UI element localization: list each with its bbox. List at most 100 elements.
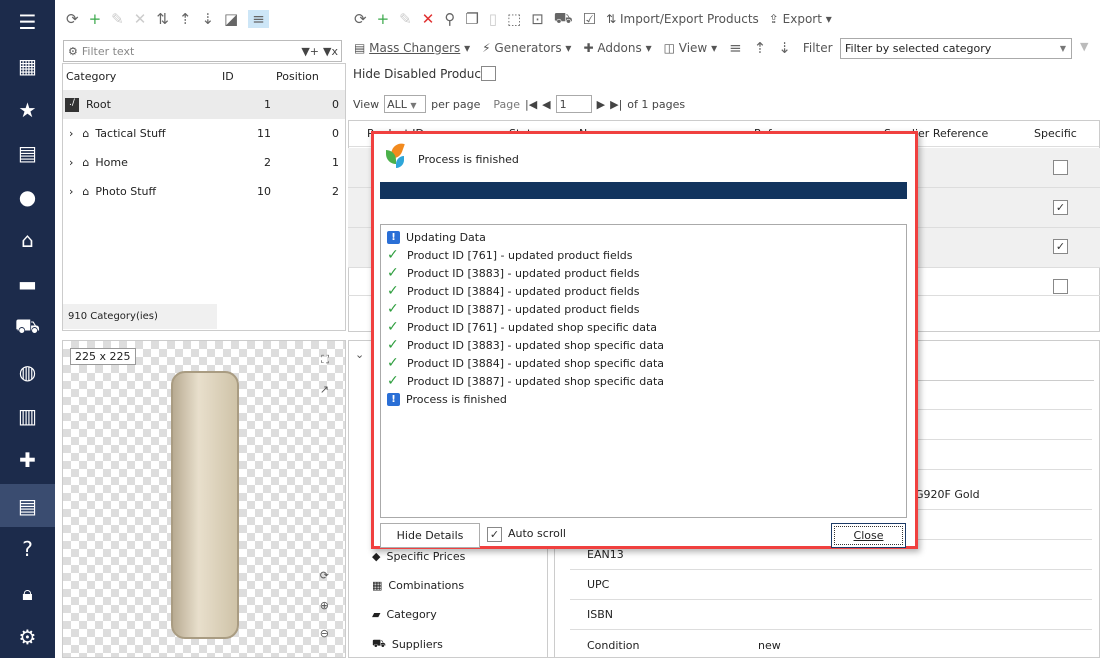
per-page-select[interactable]: ALL ▼ bbox=[384, 95, 427, 113]
edit-icon[interactable]: ✎ bbox=[399, 10, 412, 28]
filter-clear-icon[interactable]: ▼x bbox=[323, 45, 338, 58]
sort-icon[interactable]: ≡ bbox=[729, 39, 742, 57]
property-row-condition[interactable]: Condition new bbox=[570, 630, 1092, 660]
truck-icon[interactable]: ⛟ bbox=[554, 9, 573, 29]
user-icon[interactable]: ● bbox=[0, 175, 55, 218]
mass-changers-button[interactable]: ▤ Mass Changers ▾ bbox=[354, 41, 470, 55]
page-input[interactable]: 1 bbox=[555, 95, 592, 113]
expand-icon[interactable]: ⇡ bbox=[179, 10, 192, 28]
refresh-icon[interactable]: ⟳ bbox=[66, 10, 79, 28]
property-row-isbn[interactable]: ISBN bbox=[570, 600, 1092, 630]
export-button[interactable]: ⇪ Export ▾ bbox=[769, 12, 832, 26]
delete-icon[interactable]: ✕ bbox=[422, 10, 435, 28]
chevron-right-icon[interactable]: › bbox=[69, 127, 73, 140]
rotate-icon[interactable]: ⟳ bbox=[320, 569, 329, 582]
star-icon[interactable]: ★ bbox=[0, 88, 55, 131]
add-icon[interactable]: + bbox=[377, 10, 390, 28]
import-export-button[interactable]: ⇅ Import/Export Products bbox=[606, 12, 759, 26]
folder-check-icon[interactable]: ⊡ bbox=[531, 10, 544, 28]
prev-page-icon[interactable]: ◀ bbox=[542, 98, 550, 111]
catalog-icon[interactable]: ▤ bbox=[0, 484, 55, 527]
column-id[interactable]: ID bbox=[222, 70, 234, 83]
chevron-right-icon[interactable]: › bbox=[69, 156, 73, 169]
zoom-in-icon[interactable]: ⊕ bbox=[320, 599, 329, 612]
hide-details-label: Hide Details bbox=[396, 529, 464, 542]
log-entry: ✓ Product ID [3883] - updated shop specif… bbox=[387, 336, 900, 354]
column-position[interactable]: Position bbox=[276, 70, 319, 83]
app-logo-icon bbox=[384, 140, 408, 170]
last-page-icon[interactable]: ▶| bbox=[610, 98, 622, 111]
auto-scroll-checkbox[interactable]: ✓ bbox=[487, 527, 502, 542]
paste-icon[interactable]: ▯ bbox=[489, 10, 497, 28]
basket-icon[interactable]: ⌂ bbox=[0, 218, 55, 261]
property-row-upc[interactable]: UPC bbox=[570, 570, 1092, 600]
tab-combinations[interactable]: ▦ Combinations bbox=[372, 579, 464, 592]
expand-icon[interactable]: ⇡ bbox=[754, 39, 767, 57]
tree-row[interactable]: › ⌂ Home 2 1 bbox=[63, 148, 345, 177]
gear-icon[interactable]: ⚙ bbox=[0, 615, 55, 658]
generators-button[interactable]: ⚡ Generators ▾ bbox=[482, 41, 571, 55]
menu-icon[interactable]: ☰ bbox=[0, 0, 55, 43]
specific-checkbox[interactable] bbox=[1053, 279, 1068, 294]
check-icon: ✓ bbox=[387, 355, 399, 371]
lock-icon[interactable]: 🔒︎ bbox=[0, 571, 55, 614]
specific-checkbox[interactable]: ✓ bbox=[1053, 239, 1068, 254]
category-filter-select[interactable]: Filter by selected category ▼ bbox=[840, 38, 1072, 59]
help-icon[interactable]: ? bbox=[0, 527, 55, 570]
product-toolbar: ⟳ + ✎ ✕ ⚲ ❐ ▯ ⬚ ⊡ ⛟ ☑ ⇅ Import/Export Pr… bbox=[354, 8, 832, 30]
move-icon[interactable]: ⇅ bbox=[156, 10, 169, 28]
filter-text-input[interactable]: ⚙ Filter text ▼+ ▼x bbox=[63, 40, 342, 62]
next-page-icon[interactable]: ▶ bbox=[597, 98, 605, 111]
hide-details-button[interactable]: Hide Details bbox=[380, 523, 480, 548]
chat-icon[interactable]: ▬ bbox=[0, 262, 55, 305]
tab-specific-prices[interactable]: ◆ Specific Prices bbox=[372, 550, 465, 563]
refresh-icon[interactable]: ⟳ bbox=[354, 10, 367, 28]
column-specific[interactable]: Specific bbox=[1034, 127, 1077, 140]
addons-button[interactable]: ✚ Addons ▾ bbox=[583, 41, 651, 55]
filter-add-icon[interactable]: ▼+ bbox=[301, 45, 319, 58]
open-external-icon[interactable]: ↗ bbox=[320, 383, 329, 396]
view-button[interactable]: ◫ View ▾ bbox=[664, 41, 717, 55]
copy-icon[interactable]: ❐ bbox=[465, 10, 478, 28]
checklist-icon[interactable]: ☑ bbox=[583, 10, 596, 28]
first-page-icon[interactable]: |◀ bbox=[525, 98, 537, 111]
clear-filter-icon[interactable]: ▼ bbox=[1080, 40, 1088, 53]
chevron-right-icon[interactable]: › bbox=[69, 185, 73, 198]
tree-row[interactable]: › ⌂ Photo Stuff 10 2 bbox=[63, 177, 345, 206]
check-icon: ✓ bbox=[387, 283, 399, 299]
puzzle-icon[interactable]: ✚ bbox=[0, 438, 55, 481]
globe-icon[interactable]: ◍ bbox=[0, 350, 55, 393]
edit-icon[interactable]: ✎ bbox=[111, 10, 124, 28]
delete-icon[interactable]: ✕ bbox=[134, 10, 147, 28]
hide-disabled-checkbox[interactable] bbox=[481, 66, 496, 81]
category-id: 2 bbox=[264, 156, 271, 169]
truck-icon[interactable]: ⛟ bbox=[0, 306, 55, 349]
filter-tree-icon[interactable]: ≡ bbox=[248, 10, 269, 28]
collapse-icon[interactable]: ⇣ bbox=[778, 39, 791, 57]
select-icon[interactable]: ⬚ bbox=[507, 10, 521, 28]
tag-icon: ◆ bbox=[372, 550, 381, 563]
property-label: UPC bbox=[587, 578, 610, 591]
tab-category[interactable]: ▰ Category bbox=[372, 608, 437, 621]
fit-icon[interactable]: ⛶ bbox=[321, 353, 329, 367]
mass-changers-icon: ▤ bbox=[354, 41, 370, 55]
import-export-icon: ⇅ bbox=[606, 12, 620, 26]
log-entry: ! Process is finished bbox=[387, 390, 900, 408]
tab-suppliers[interactable]: ⛟ Suppliers bbox=[372, 637, 443, 652]
zoom-out-icon[interactable]: ⊖ bbox=[320, 627, 329, 640]
store-icon[interactable]: ▦ bbox=[0, 44, 55, 87]
export-label: Export bbox=[782, 12, 822, 26]
toggle-icon[interactable]: ◪ bbox=[224, 10, 238, 28]
log-entry: ✓ Product ID [761] - updated product fiel… bbox=[387, 246, 900, 264]
specific-checkbox[interactable]: ✓ bbox=[1053, 200, 1068, 215]
tree-row[interactable]: › ⌂ Tactical Stuff 11 0 bbox=[63, 119, 345, 148]
collapse-icon[interactable]: ⇣ bbox=[201, 10, 214, 28]
column-category[interactable]: Category bbox=[66, 70, 116, 83]
search-icon[interactable]: ⚲ bbox=[444, 10, 455, 28]
specific-checkbox[interactable] bbox=[1053, 160, 1068, 175]
tree-row-root[interactable]: ./ Root 1 0 bbox=[63, 90, 345, 119]
add-icon[interactable]: + bbox=[89, 10, 102, 28]
box-icon[interactable]: ▤ bbox=[0, 131, 55, 174]
close-button[interactable]: Close bbox=[831, 523, 906, 548]
chart-icon[interactable]: ▥ bbox=[0, 394, 55, 437]
